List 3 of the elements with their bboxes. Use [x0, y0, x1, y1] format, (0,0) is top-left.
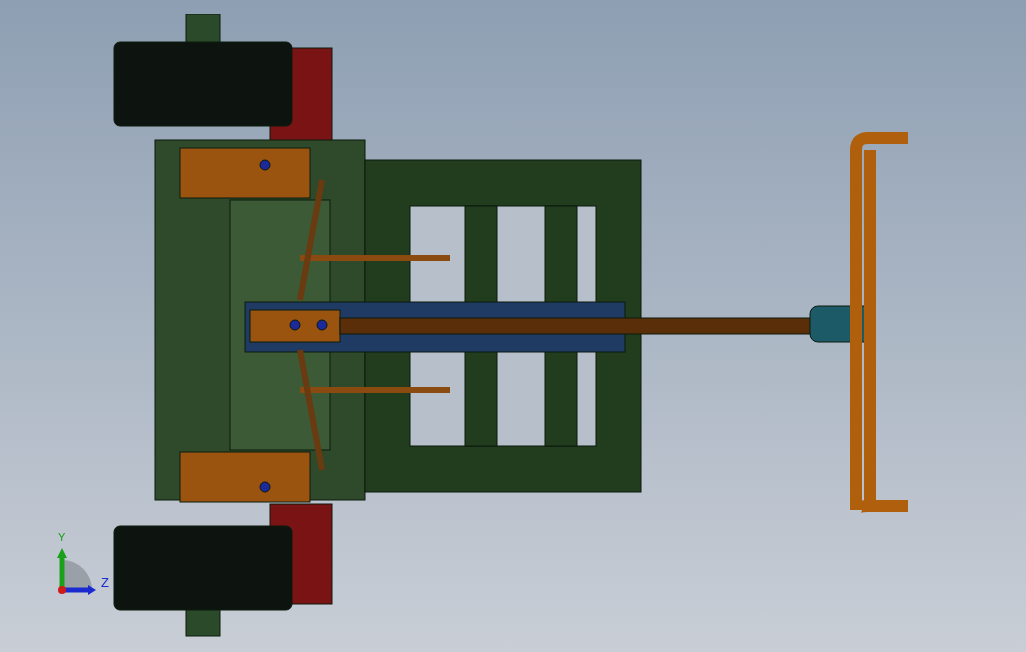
axis-triad-drawing — [56, 546, 96, 596]
z-axis-label: Z — [101, 576, 109, 589]
y-axis-label: Y — [58, 532, 66, 543]
